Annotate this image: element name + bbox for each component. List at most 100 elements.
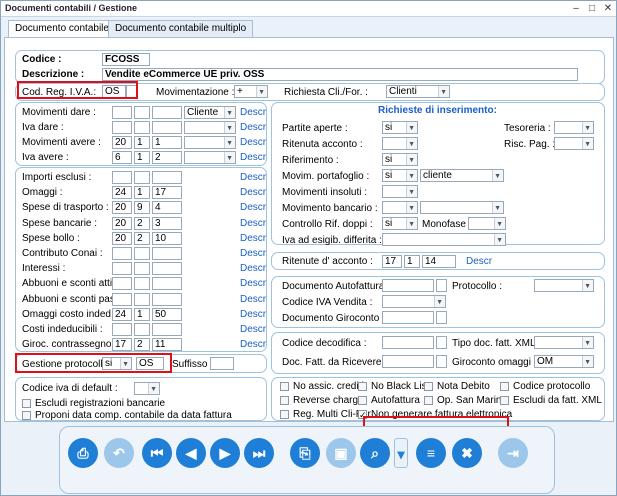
movimenti-descr-link[interactable]: Descr	[240, 152, 266, 163]
movimento-bancario-select[interactable]: ▼	[382, 201, 418, 214]
iva-default-select[interactable]: ▼	[134, 382, 160, 395]
importi-descr-link[interactable]: Descr	[240, 233, 266, 244]
ritenute-descr-link[interactable]: Descr	[466, 256, 492, 267]
tipo-doc-select[interactable]: ▼	[534, 336, 594, 349]
importi-descr-link[interactable]: Descr	[240, 187, 266, 198]
doc-fatt-ricevere-lookup[interactable]	[436, 355, 447, 368]
importi-field-c[interactable]: 10	[152, 231, 182, 245]
importi-field-b[interactable]: 1	[134, 186, 150, 200]
suffisso-field[interactable]	[210, 357, 234, 370]
importi-field-b[interactable]	[134, 171, 150, 184]
importi-field-a[interactable]: 20	[112, 231, 132, 245]
importi-field-c[interactable]	[152, 171, 182, 184]
doc-autofattura-field[interactable]	[382, 279, 434, 292]
importi-descr-link[interactable]: Descr	[240, 278, 266, 289]
last-button[interactable]: ⏭	[244, 438, 274, 468]
movimenti-insoluti-select[interactable]: ▼	[382, 185, 418, 198]
partite-aperte-select[interactable]: si ▼	[382, 121, 418, 134]
importi-descr-link[interactable]: Descr	[240, 172, 266, 183]
importi-field-b[interactable]	[134, 277, 150, 291]
first-button[interactable]: ⏮	[142, 438, 172, 468]
importi-field-c[interactable]	[152, 277, 182, 291]
movimenti-field-c[interactable]: 2	[152, 151, 182, 164]
importi-field-c[interactable]	[152, 247, 182, 260]
disk-button[interactable]: ▣	[326, 438, 356, 468]
monofase-select[interactable]: ▼	[468, 217, 506, 230]
movimenti-field-c[interactable]	[152, 106, 182, 119]
importi-field-c[interactable]: 11	[152, 338, 182, 352]
importi-field-b[interactable]	[134, 247, 150, 260]
codice-field[interactable]: FCOSS	[102, 53, 150, 66]
importi-descr-link[interactable]: Descr	[240, 324, 266, 335]
importi-field-c[interactable]: 4	[152, 201, 182, 215]
list-button[interactable]: ≡	[416, 438, 446, 468]
protocollo-select[interactable]: ▼	[534, 279, 594, 292]
importi-field-a[interactable]: 20	[112, 201, 132, 215]
movimentazione-select[interactable]: + ▼	[234, 85, 268, 98]
importi-field-c[interactable]: 50	[152, 307, 182, 321]
option-checkbox[interactable]	[358, 396, 367, 405]
importi-field-a[interactable]	[112, 247, 132, 260]
importi-field-b[interactable]	[134, 323, 150, 336]
importi-field-a[interactable]: 17	[112, 338, 132, 352]
importi-field-c[interactable]: 17	[152, 186, 182, 200]
risc-pag-select[interactable]: ▼	[554, 137, 594, 150]
proponi-data-checkbox[interactable]	[22, 411, 31, 420]
option-checkbox[interactable]	[500, 382, 509, 391]
option-checkbox[interactable]	[358, 382, 367, 391]
movimenti-descr-link[interactable]: Descr	[240, 107, 266, 118]
importi-field-c[interactable]	[152, 292, 182, 306]
importi-field-a[interactable]	[112, 262, 132, 276]
importi-descr-link[interactable]: Descr	[240, 309, 266, 320]
close-icon[interactable]: ✕	[601, 2, 615, 15]
importi-descr-link[interactable]: Descr	[240, 248, 266, 259]
tab-documento-contabile-multiplo[interactable]: Documento contabile multiplo	[108, 20, 254, 37]
codice-decodifica-field[interactable]	[382, 336, 434, 349]
movimenti-field-c[interactable]	[152, 121, 182, 134]
movimenti-field-c[interactable]: 1	[152, 136, 182, 149]
doc-giroconto-lookup[interactable]	[436, 311, 447, 324]
movimenti-field-b[interactable]: 1	[134, 151, 150, 164]
controllo-select[interactable]: si ▼	[382, 217, 418, 230]
importi-field-a[interactable]	[112, 292, 132, 306]
importi-field-b[interactable]: 1	[134, 307, 150, 321]
search-button[interactable]: ⌕	[360, 438, 390, 468]
movimenti-field-a[interactable]: 6	[112, 151, 132, 164]
importi-descr-link[interactable]: Descr	[240, 218, 266, 229]
codice-iva-vendita-select[interactable]: ▼	[382, 295, 446, 308]
iva-esigib-select[interactable]: ▼	[382, 233, 506, 246]
movimenti-field-b[interactable]	[134, 121, 150, 134]
movimenti-field-b[interactable]: 1	[134, 136, 150, 149]
importi-field-b[interactable]: 2	[134, 338, 150, 352]
movimento-bancario-type-select[interactable]: ▼	[420, 201, 504, 214]
prev-button[interactable]: ◀	[176, 438, 206, 468]
importi-descr-link[interactable]: Descr	[240, 202, 266, 213]
option-checkbox[interactable]	[280, 382, 289, 391]
movimenti-field-b[interactable]	[134, 106, 150, 119]
movimenti-field-a[interactable]	[112, 106, 132, 119]
ritenuta-acconto-select[interactable]: ▼	[382, 137, 418, 150]
movimenti-type-select[interactable]: ▼	[184, 121, 236, 134]
print-button[interactable]: ⎙	[68, 438, 98, 468]
minimize-icon[interactable]: –	[569, 2, 583, 15]
importi-descr-link[interactable]: Descr	[240, 263, 266, 274]
ritenute-field-b[interactable]: 1	[404, 255, 420, 268]
codice-decodifica-lookup[interactable]	[436, 336, 447, 349]
doc-fatt-ricevere-field[interactable]	[382, 355, 434, 368]
movim-portafoglio-select[interactable]: si ▼	[382, 169, 418, 182]
ritenute-field-a[interactable]: 17	[382, 255, 402, 268]
option-checkbox[interactable]	[424, 382, 433, 391]
importi-field-a[interactable]: 24	[112, 186, 132, 200]
movimenti-field-a[interactable]	[112, 121, 132, 134]
next-button[interactable]: ▶	[210, 438, 240, 468]
maximize-icon[interactable]: □	[585, 2, 599, 15]
movimenti-type-select[interactable]: ▼	[184, 136, 236, 149]
option-checkbox[interactable]	[500, 396, 509, 405]
option-checkbox[interactable]	[280, 410, 289, 419]
movimenti-field-a[interactable]: 20	[112, 136, 132, 149]
importi-field-c[interactable]: 3	[152, 216, 182, 230]
tesoreria-select[interactable]: ▼	[554, 121, 594, 134]
option-checkbox[interactable]	[424, 396, 433, 405]
doc-autofattura-lookup[interactable]	[436, 279, 447, 292]
movimenti-type-select[interactable]: Cliente ▼	[184, 106, 236, 119]
